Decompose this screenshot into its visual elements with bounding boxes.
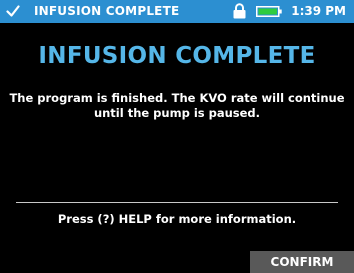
divider: [16, 202, 338, 203]
help-hint: Press (?) HELP for more information.: [57, 212, 297, 226]
status-bar: INFUSION COMPLETE 1:39 PM: [0, 0, 354, 23]
battery-icon: [256, 6, 282, 17]
lock-icon: [233, 3, 246, 19]
info-message: The program is finished. The KVO rate wi…: [9, 91, 345, 120]
page-title: INFUSION COMPLETE: [38, 43, 316, 69]
status-title: INFUSION COMPLETE: [34, 4, 180, 18]
check-icon: [6, 5, 20, 17]
confirm-button[interactable]: CONFIRM: [250, 251, 354, 273]
clock-time: 1:39 PM: [291, 4, 346, 18]
